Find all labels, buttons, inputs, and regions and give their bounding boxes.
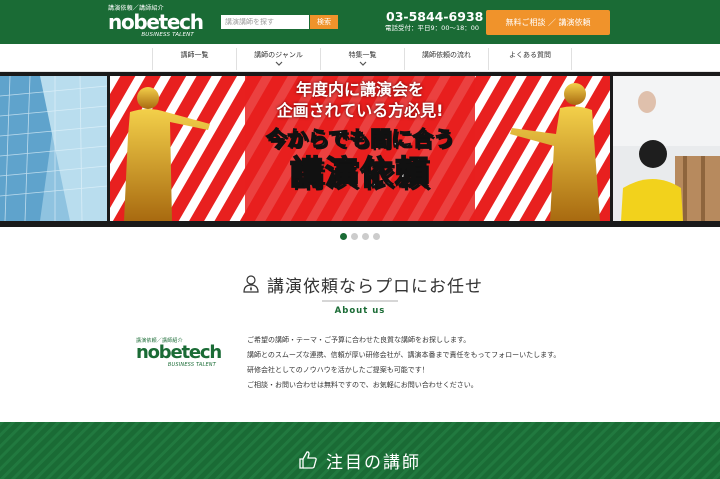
nav-item-label: 講師一覧 (180, 51, 209, 59)
about-description: ご希望の講師・テーマ・ご予算に合わせた良質な講師をお探しします。 講師とのスムー… (247, 333, 597, 393)
nav-item-speakers[interactable]: 講師一覧 (152, 48, 236, 70)
about-logo: 講演依頼／講師紹介 nobetech BUSINESS TALENT (136, 338, 226, 372)
about-paragraph: ご希望の講師・テーマ・ご予算に合わせた良質な講師をお探しします。 (247, 336, 471, 344)
consultation-button[interactable]: 無料ご相談 ／ 講演依頼 (486, 10, 610, 35)
building-image (0, 76, 107, 221)
carousel-dot-3[interactable] (362, 233, 369, 240)
chevron-down-icon (275, 61, 283, 66)
site-logo[interactable]: 講演依頼／講師紹介 nobetech BUSINESS TALENT (108, 5, 208, 41)
about-heading: 講演依頼ならプロにお任せ (228, 273, 498, 297)
search-form: 検索 (221, 15, 338, 29)
person-icon (243, 275, 259, 293)
nav-item-features[interactable]: 特集一覧 (320, 48, 404, 70)
featured-heading: 注目の講師 (298, 447, 428, 473)
nav-item-faq[interactable]: よくある質問 (488, 48, 572, 70)
carousel-pagination (337, 233, 383, 241)
thumbs-up-icon (299, 451, 317, 469)
about-divider (322, 300, 398, 302)
hero-line-4: 講演依頼 (289, 152, 430, 193)
presenter-image (613, 76, 720, 221)
main-nav: 講師一覧 講師のジャンル 特集一覧 講師依頼の流れ よくある質問 (0, 44, 720, 72)
search-button[interactable]: 検索 (310, 15, 338, 29)
nav-item-flow[interactable]: 講師依頼の流れ (404, 48, 488, 70)
nav-item-label: 講師依頼の流れ (422, 51, 471, 59)
featured-title: 注目の講師 (326, 452, 421, 473)
hero-line-2: 企画されている方必見! (276, 101, 444, 120)
logo-wordmark: nobetech (108, 10, 204, 34)
hero-text: 年度内に講演会を 企画されている方必見! 今からでも間に合う 講演依頼 (247, 79, 473, 219)
nav-item-genres[interactable]: 講師のジャンル (236, 48, 320, 70)
hero-line-1: 年度内に講演会を (295, 80, 424, 99)
about-paragraph: ご相談・お問い合わせは無料ですので、お気軽にお問い合わせください。 (247, 381, 478, 389)
about-logo-subtitle: BUSINESS TALENT (167, 362, 216, 368)
phone-contact: 03-5844-6938 電話受付：平日9：00〜18：00 (383, 9, 484, 39)
about-title: 講演依頼ならプロにお任せ (267, 276, 483, 297)
carousel-dot-2[interactable] (351, 233, 358, 240)
phone-number-row[interactable]: 03-5844-6938 (383, 9, 484, 24)
about-logo-wordmark: nobetech (136, 342, 222, 363)
nav-item-label: 講師のジャンル (254, 51, 303, 59)
nav-item-label: 特集一覧 (348, 51, 377, 59)
site-header: 講演依頼／講師紹介 nobetech BUSINESS TALENT 検索 03… (0, 0, 720, 44)
carousel-dot-1[interactable] (340, 233, 347, 240)
hero-line-3: 今からでも間に合う (265, 127, 455, 152)
carousel-dot-4[interactable] (373, 233, 380, 240)
about-subtitle: About us (334, 306, 386, 316)
about-paragraph: 研修会社としてのノウハウを活かしたご提案も可能です！ (247, 366, 429, 374)
hero-next-slide-image[interactable] (613, 76, 720, 221)
nav-item-label: よくある質問 (509, 51, 551, 59)
chevron-down-icon (359, 61, 367, 66)
phone-hours: 電話受付：平日9：00〜18：00 (385, 24, 479, 32)
about-paragraph: 講師とのスムーズな連携、信頼が厚い研修会社が、講演本番まで責任をもってフォローい… (247, 351, 561, 359)
hero-prev-slide-image[interactable] (0, 76, 107, 221)
phone-number: 03-5844-6938 (386, 9, 484, 24)
search-input[interactable] (221, 15, 309, 29)
